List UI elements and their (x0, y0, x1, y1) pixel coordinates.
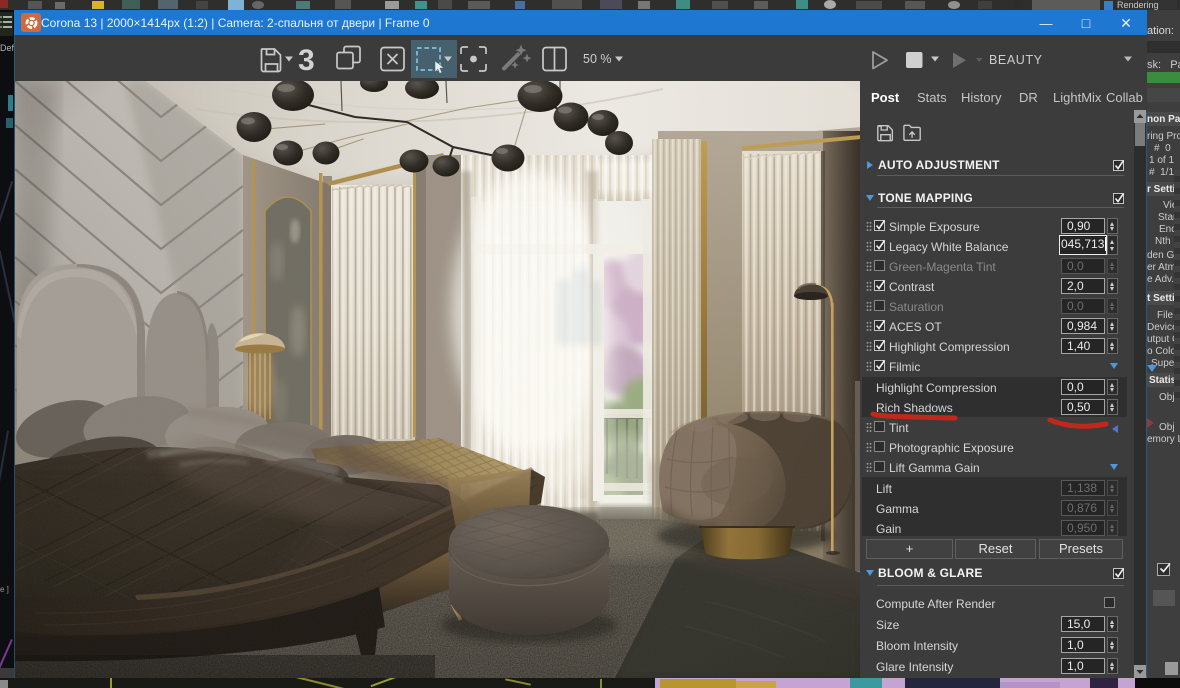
svg-text:3: 3 (298, 44, 315, 77)
svg-text:50 %: 50 % (583, 52, 612, 66)
svg-text:BEAUTY: BEAUTY (989, 53, 1043, 67)
